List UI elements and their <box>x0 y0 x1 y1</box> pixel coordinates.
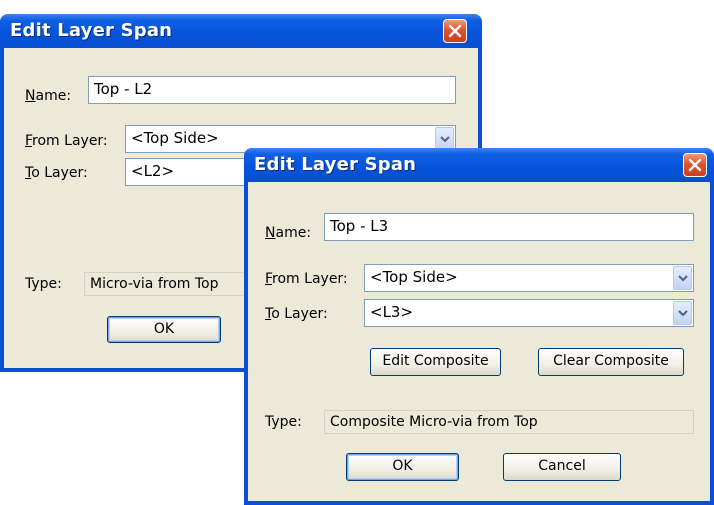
to-layer-label: To Layer: <box>265 306 328 322</box>
from-layer-value: <Top Side> <box>131 129 219 147</box>
from-layer-value: <Top Side> <box>370 268 458 286</box>
dialog-client-area: Name: Top - L3 From Layer: <Top Side> To… <box>248 182 710 501</box>
to-layer-select[interactable]: <L3> <box>364 299 694 327</box>
dialog-title: Edit Layer Span <box>254 154 417 175</box>
name-field-value: Top - L2 <box>94 80 153 98</box>
title-bar[interactable]: Edit Layer Span <box>244 148 714 182</box>
type-value: Composite Micro-via from Top <box>330 414 538 430</box>
type-label: Type: <box>265 414 302 430</box>
type-label: Type: <box>25 276 62 292</box>
from-layer-label: From Layer: <box>265 271 348 287</box>
from-layer-label: From Layer: <box>25 133 108 149</box>
to-layer-value: <L2> <box>131 162 175 180</box>
from-layer-dropdown-button[interactable] <box>673 266 692 290</box>
type-value: Micro-via from Top <box>90 276 219 292</box>
close-button[interactable] <box>683 153 707 177</box>
dialog-title: Edit Layer Span <box>10 20 173 41</box>
ok-button[interactable]: OK <box>107 316 221 343</box>
to-layer-value: <L3> <box>370 303 414 321</box>
ok-button[interactable]: OK <box>346 453 459 481</box>
edit-composite-button[interactable]: Edit Composite <box>370 348 501 376</box>
type-value-field: Composite Micro-via from Top <box>324 410 694 434</box>
cancel-button[interactable]: Cancel <box>503 453 621 481</box>
clear-composite-button[interactable]: Clear Composite <box>538 348 684 376</box>
from-layer-select[interactable]: <Top Side> <box>364 264 694 292</box>
close-button[interactable] <box>443 19 467 43</box>
name-field-value: Top - L3 <box>330 217 389 235</box>
name-label: Name: <box>25 88 72 104</box>
to-layer-dropdown-button[interactable] <box>673 301 692 325</box>
title-bar[interactable]: Edit Layer Span <box>0 14 482 48</box>
name-label: Name: <box>265 225 312 241</box>
name-field[interactable]: Top - L3 <box>324 213 694 241</box>
to-layer-label: To Layer: <box>25 165 88 181</box>
name-field[interactable]: Top - L2 <box>88 76 456 104</box>
edit-layer-span-dialog-front: Edit Layer Span Name: Top - L3 From Laye… <box>244 148 714 505</box>
